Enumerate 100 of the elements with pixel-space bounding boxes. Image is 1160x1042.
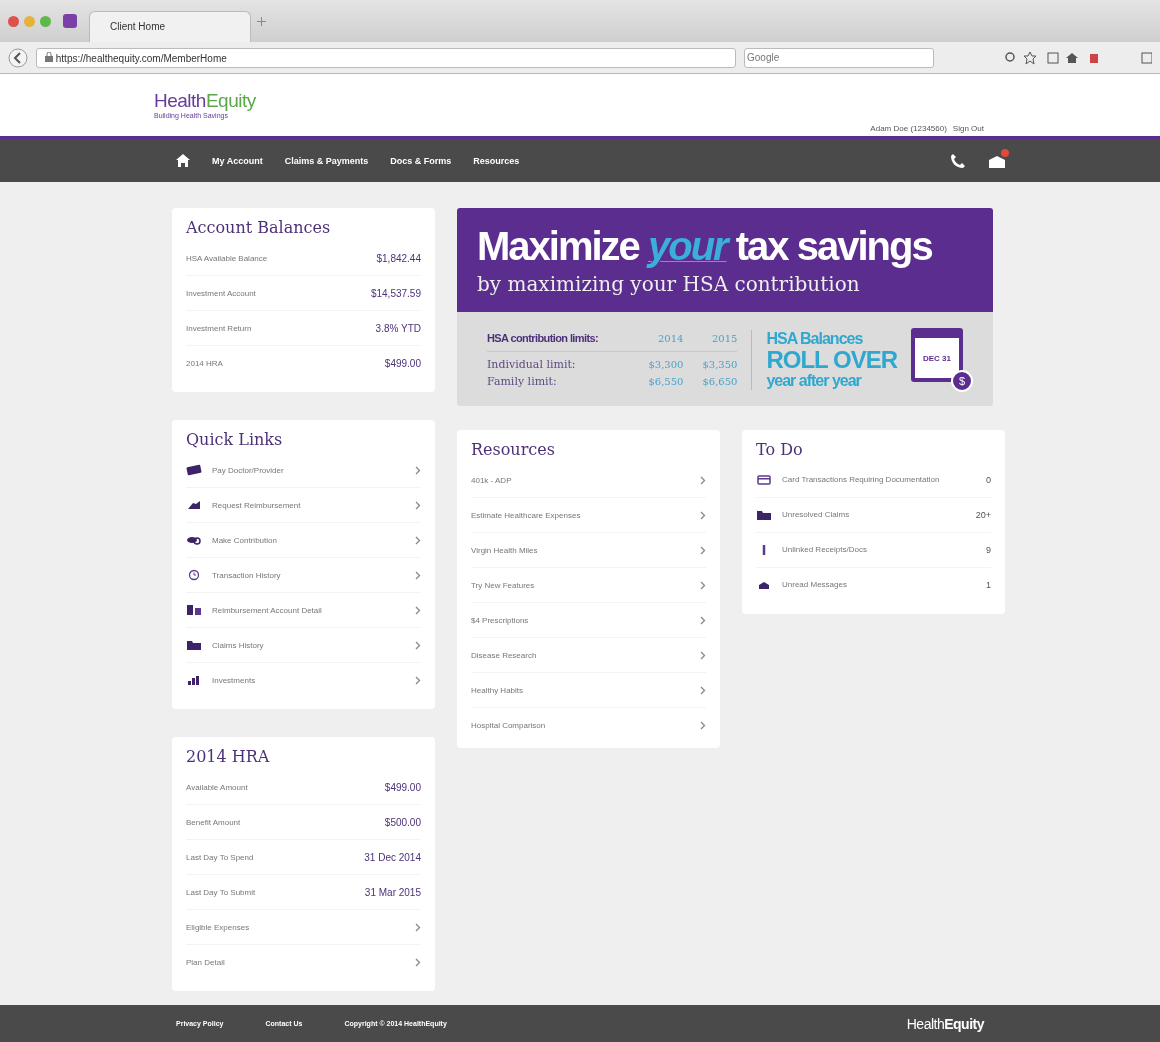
- new-tab-icon[interactable]: [257, 16, 266, 26]
- quick-link[interactable]: Make Contribution: [212, 535, 405, 545]
- chevron-icon: [700, 615, 706, 625]
- to-do-item[interactable]: Unread Messages: [782, 579, 976, 591]
- chevron-icon: [700, 545, 706, 555]
- row-label: Benefit Amount: [186, 817, 242, 827]
- rollover-text: HSA Balances: [766, 330, 864, 348]
- row-value: 31 Dec 2014: [364, 851, 421, 863]
- user-name: Adam Doe (1234560): [870, 124, 947, 133]
- footer-logo: HealthEquity: [906, 1015, 984, 1032]
- search-field[interactable]: Google: [744, 47, 934, 68]
- year-label: 2014: [656, 332, 684, 346]
- row-label: Investment Account: [186, 288, 257, 298]
- chevron-icon: [415, 465, 421, 475]
- to-do-item[interactable]: Unresolved Claims: [782, 509, 966, 521]
- card-title: Account Balances: [186, 218, 332, 237]
- banner-subline: by maximizing your HSA contribution: [477, 272, 861, 296]
- card-title: To Do: [756, 440, 804, 459]
- quick-link[interactable]: Request Reimbursement: [212, 500, 405, 510]
- row-label: Available Amount: [186, 782, 249, 792]
- folder-icon: [756, 509, 772, 521]
- home-icon[interactable]: [176, 154, 190, 167]
- rollover-text: ROLL OVER: [766, 347, 897, 373]
- folder-icon: [186, 639, 202, 651]
- row-value: $1,842.44: [376, 252, 421, 264]
- to-do-item[interactable]: Unlinked Receipts/Docs: [782, 544, 976, 556]
- to-do-count: 9: [986, 545, 991, 555]
- promo-banner[interactable]: [457, 208, 993, 406]
- window-controls-icon[interactable]: [8, 15, 51, 27]
- document-icon: [186, 604, 202, 616]
- row-label: Last Day To Submit: [186, 887, 257, 897]
- chevron-icon: [700, 510, 706, 520]
- chevron-icon: [700, 720, 706, 730]
- nav-item[interactable]: Resources: [473, 155, 520, 166]
- resource-link[interactable]: $4 Prescriptions: [471, 615, 690, 625]
- chevron-icon: [415, 957, 421, 967]
- chevron-icon: [415, 675, 421, 685]
- resource-link[interactable]: Virgin Health Miles: [471, 545, 690, 555]
- limits-title: HSA contribution limits:: [487, 331, 600, 346]
- chevron-icon: [415, 640, 421, 650]
- card-title: 2014 HRA: [186, 747, 271, 766]
- chart-icon: [186, 674, 202, 686]
- quick-link[interactable]: Investments: [212, 675, 405, 685]
- limit-label: Individual limit:: [487, 357, 577, 373]
- chevron-icon: [700, 650, 706, 660]
- chevron-icon: [415, 570, 421, 580]
- to-do-item[interactable]: Card Transactions Requiring Documentation: [782, 474, 976, 486]
- resource-link[interactable]: Try New Features: [471, 580, 690, 590]
- limit-value: $3,350: [701, 358, 738, 372]
- url-field[interactable]: https://healthequity.com/MemberHome: [36, 47, 736, 68]
- resource-link[interactable]: Estimate Healthcare Expenses: [471, 510, 690, 520]
- coins-icon: [186, 534, 202, 546]
- hra-link[interactable]: Plan Detail: [186, 957, 405, 967]
- chevron-icon: [700, 580, 706, 590]
- resource-link[interactable]: Disease Research: [471, 650, 690, 660]
- row-value: 31 Mar 2015: [364, 886, 421, 898]
- resource-link[interactable]: 401k - ADP: [471, 475, 690, 485]
- row-label: Investment Return: [186, 323, 253, 333]
- year-label: 2015: [710, 332, 738, 346]
- chevron-icon: [700, 685, 706, 695]
- lock-icon: [45, 51, 53, 62]
- rollover-text: year after year: [766, 372, 863, 390]
- limit-value: $6,650: [701, 375, 738, 389]
- chevron-icon: [700, 475, 706, 485]
- phone-icon[interactable]: [950, 152, 966, 169]
- to-do-count: 20+: [975, 510, 991, 520]
- back-icon[interactable]: [8, 47, 28, 68]
- quick-link[interactable]: Transaction History: [212, 570, 405, 580]
- card-title: Resources: [471, 440, 556, 459]
- banner-headline: Maximize your tax savings: [477, 226, 933, 266]
- row-value: $14,537.59: [370, 287, 421, 299]
- limit-label: Family limit:: [487, 374, 558, 390]
- quick-link[interactable]: Reimbursement Account Detail: [212, 605, 405, 615]
- nav-item[interactable]: My Account: [212, 155, 263, 166]
- quick-link[interactable]: Claims History: [212, 640, 405, 650]
- chevron-icon: [415, 922, 421, 932]
- row-value: 3.8% YTD: [375, 322, 421, 334]
- row-label: HSA Available Balance: [186, 253, 269, 263]
- browser-tab[interactable]: Client Home: [89, 11, 251, 42]
- clock-icon: [186, 569, 202, 581]
- to-do-count: 0: [986, 475, 991, 485]
- hra-link[interactable]: Eligible Expenses: [186, 922, 405, 932]
- sign-out-link[interactable]: Sign Out: [952, 124, 984, 133]
- chevron-icon: [415, 535, 421, 545]
- resource-link[interactable]: Hospital Comparison: [471, 720, 690, 730]
- to-do-count: 1: [986, 580, 991, 590]
- limit-value: $6,550: [647, 375, 684, 389]
- quick-link[interactable]: Pay Doctor/Provider: [212, 465, 405, 475]
- row-value: $500.00: [384, 816, 421, 828]
- nav-item[interactable]: Docs & Forms: [390, 155, 452, 166]
- toolbar-icons-drawing[interactable]: [1002, 50, 1152, 65]
- card-icon: [756, 474, 772, 486]
- chevron-icon: [415, 500, 421, 510]
- money-icon: [186, 464, 202, 476]
- row-label: 2014 HRA: [186, 358, 224, 368]
- chevron-icon: [415, 605, 421, 615]
- row-value: $499.00: [384, 781, 421, 793]
- resource-link[interactable]: Healthy Habits: [471, 685, 690, 695]
- nav-item[interactable]: Claims & Payments: [284, 155, 369, 166]
- row-value: $499.00: [384, 357, 421, 369]
